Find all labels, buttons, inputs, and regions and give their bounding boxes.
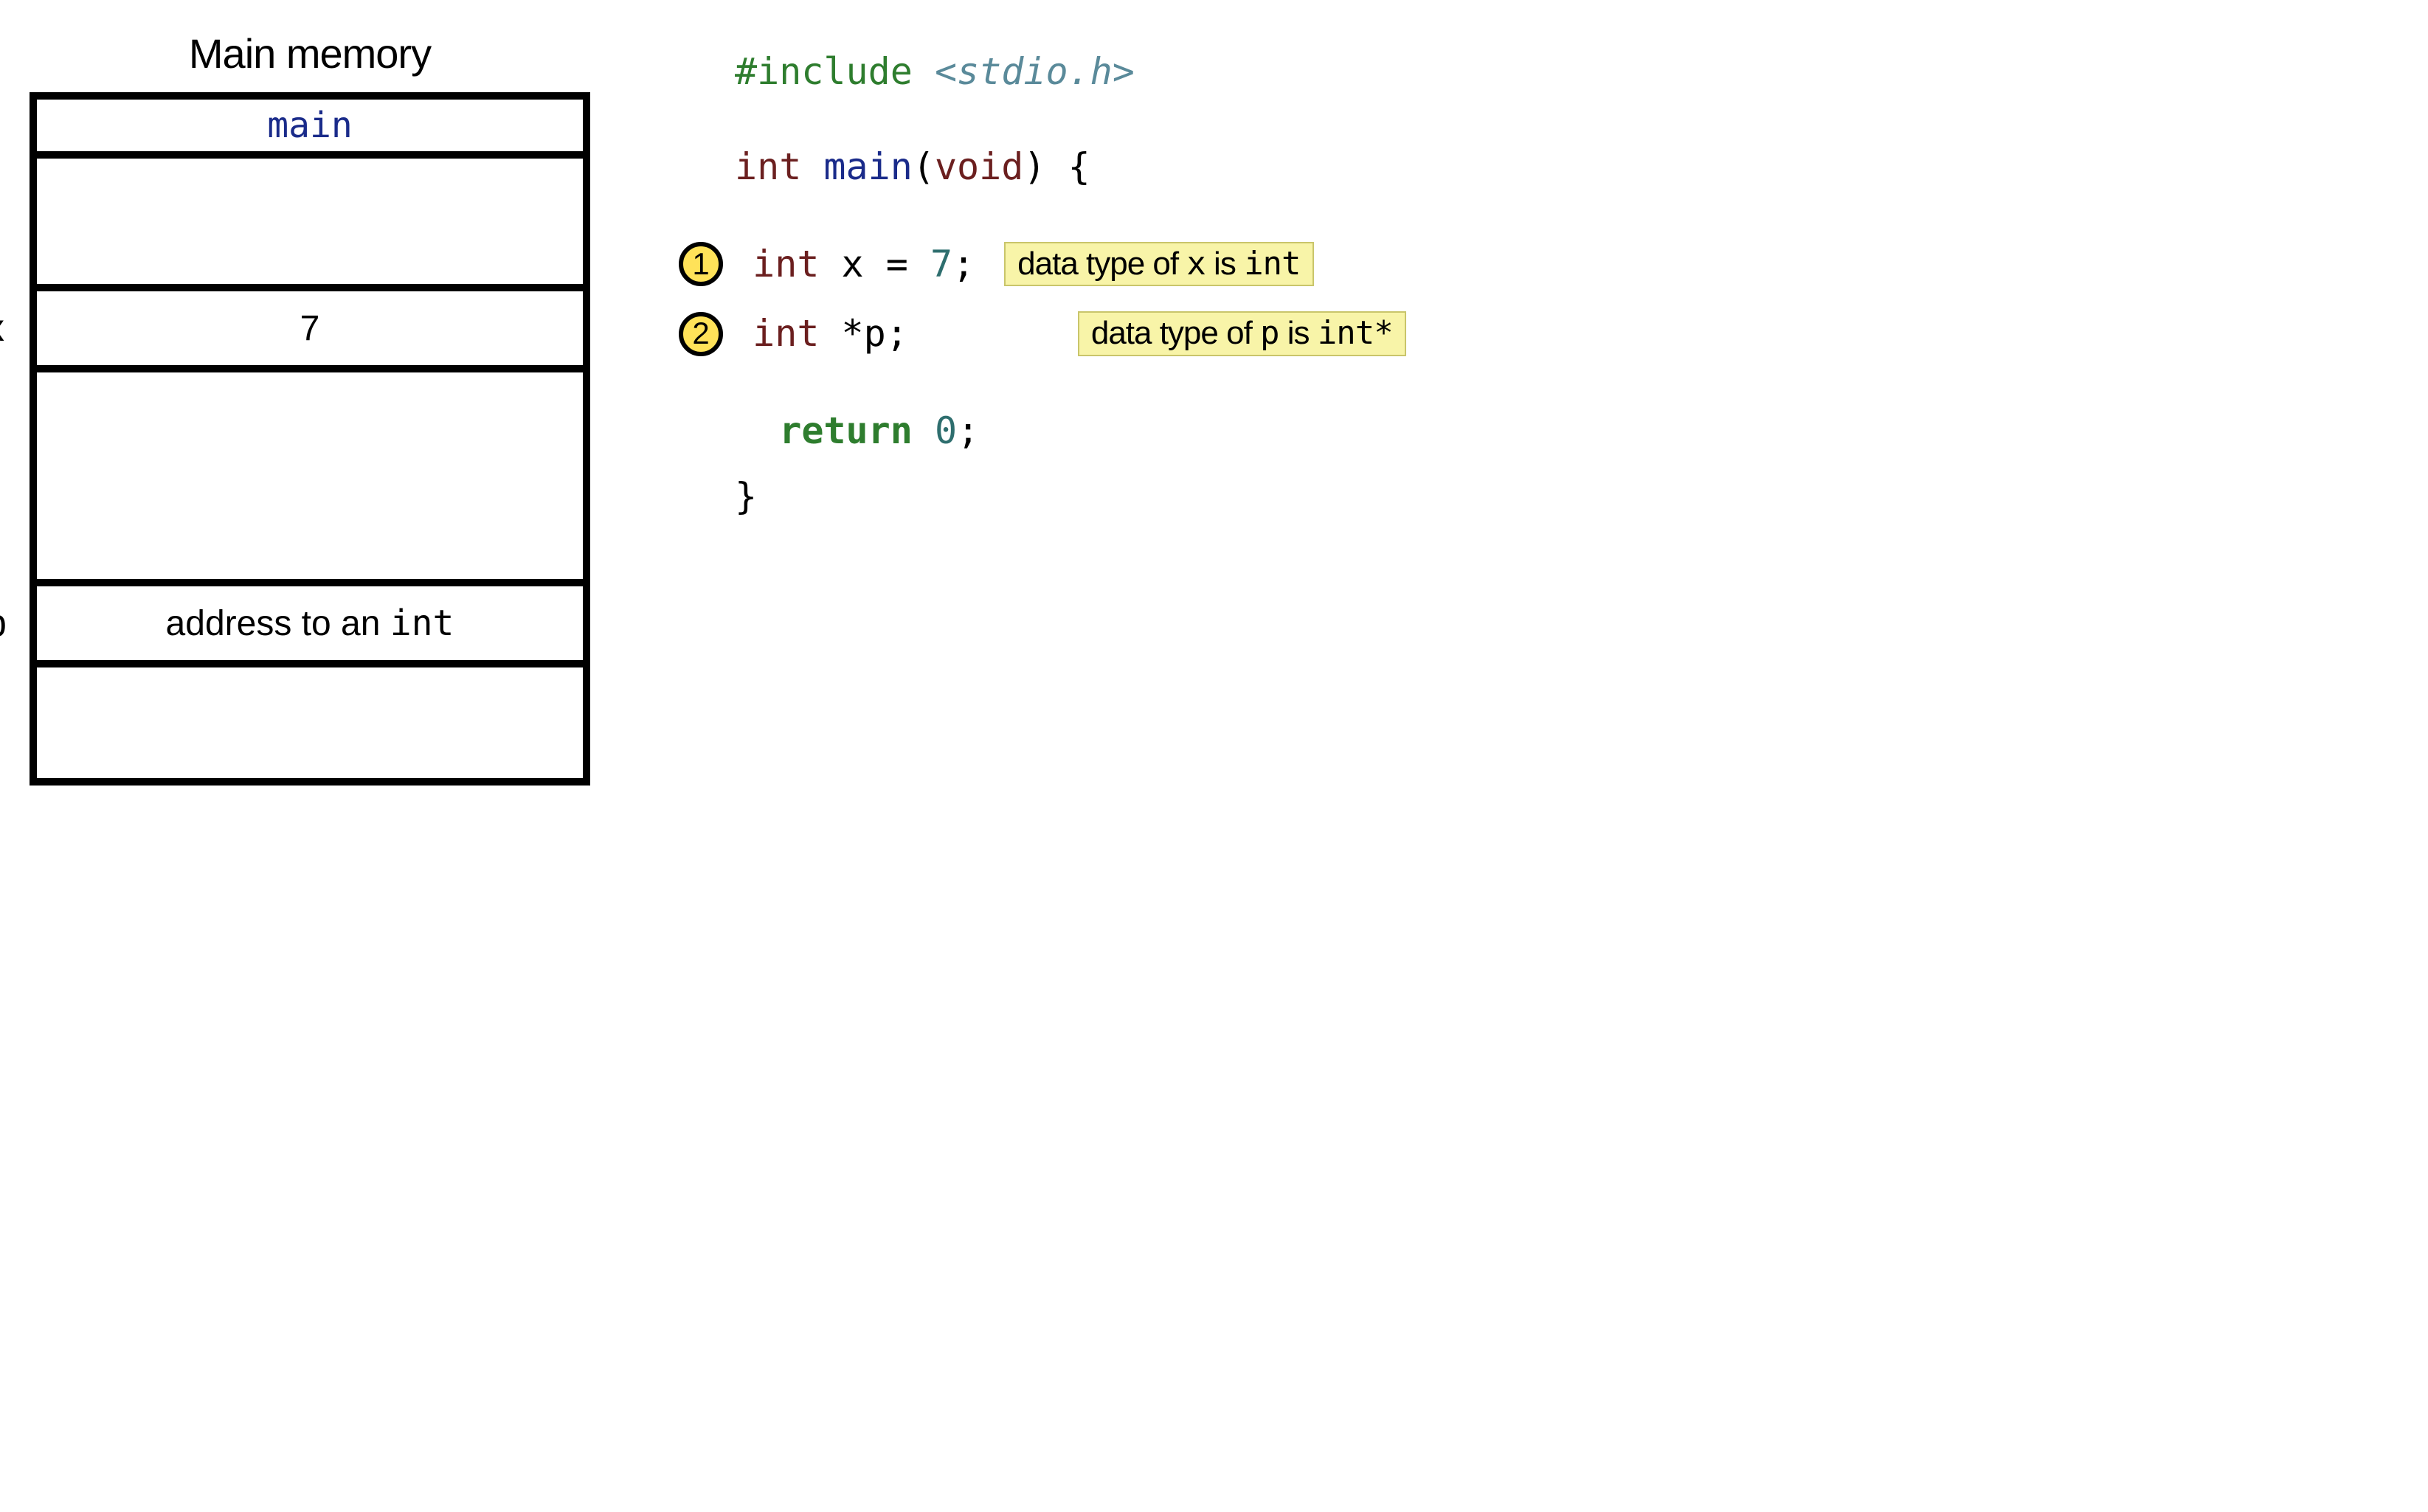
code-include-kw: #include	[735, 52, 913, 92]
memory-wrapper: main x 7 p address to an int	[30, 92, 590, 786]
code-paren-close-brace: ) {	[1023, 147, 1090, 187]
code-l2-type: int	[753, 313, 819, 354]
note2-var: p	[1260, 314, 1279, 352]
code-include-header: <stdio.h>	[935, 52, 1135, 92]
code-l1-rest: x =	[819, 244, 930, 285]
note1-mid: is	[1206, 246, 1244, 282]
code-sig-type: int	[735, 147, 801, 187]
memory-blank-row	[37, 372, 583, 586]
diagram-container: Main memory main x 7 p address to an int	[30, 30, 2398, 786]
memory-title: Main memory	[189, 30, 431, 77]
note2-type: int*	[1318, 314, 1393, 352]
code-return-kw: return	[779, 411, 913, 451]
code-section: #include <stdio.h> int main(void) { 1 in…	[679, 30, 1406, 542]
code-close-brace: }	[679, 476, 1406, 517]
code-paren-open: (	[913, 147, 935, 187]
code-l1-type: int	[753, 244, 819, 285]
code-l2-rest: *p;	[819, 313, 907, 354]
code-l1-semi: ;	[952, 244, 975, 285]
memory-p-row: p address to an int	[37, 586, 583, 667]
code-l1-val: 7	[930, 244, 952, 285]
memory-p-label: p	[0, 601, 7, 645]
code-return-semi: ;	[957, 411, 979, 451]
note-box-1: data type of x is int	[1004, 242, 1313, 286]
note2-prefix: data type of	[1091, 315, 1260, 351]
code-line-1: 1 int x = 7; data type of x is int	[679, 242, 1406, 286]
memory-p-value-type: int	[390, 603, 454, 644]
note1-type: int	[1244, 245, 1300, 282]
code-main-signature: int main(void) {	[679, 147, 1406, 187]
memory-section: Main memory main x 7 p address to an int	[30, 30, 590, 786]
note-box-2: data type of p is int*	[1078, 311, 1406, 356]
memory-p-value-text: address to an	[166, 604, 390, 643]
step-marker-2: 2	[679, 312, 723, 356]
code-sig-name: main	[823, 147, 912, 187]
memory-blank-row	[37, 159, 583, 291]
code-include-line: #include <stdio.h>	[679, 52, 1406, 92]
code-line-2: 2 int *p; data type of p is int*	[679, 311, 1406, 356]
note1-var: x	[1186, 245, 1206, 282]
code-return-val: 0	[913, 411, 957, 451]
memory-p-value: address to an int	[166, 603, 454, 644]
step-marker-1: 1	[679, 242, 723, 286]
memory-x-row: x 7	[37, 291, 583, 372]
note1-prefix: data type of	[1017, 246, 1186, 282]
note2-mid: is	[1279, 315, 1318, 351]
memory-x-value: 7	[300, 308, 320, 349]
memory-blank-row	[37, 667, 583, 778]
code-return-line: return 0;	[679, 411, 1406, 451]
memory-header-row: main	[37, 100, 583, 159]
code-brace-close: }	[735, 476, 757, 517]
memory-x-label: x	[0, 306, 4, 350]
memory-box: main x 7 p address to an int	[30, 92, 590, 786]
code-sig-void: void	[935, 147, 1023, 187]
